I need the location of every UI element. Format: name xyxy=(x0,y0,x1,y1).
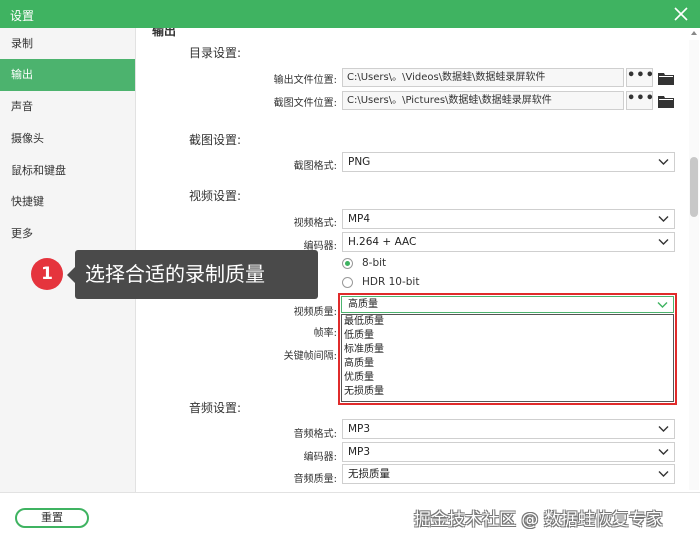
keyframe-label: 关键帧间隔: xyxy=(283,351,337,362)
video-quality-highlight: 高质量 最低质量 低质量 标准质量 高质量 优质量 无损质量 xyxy=(338,293,677,405)
close-icon[interactable] xyxy=(670,3,692,25)
video-quality-value: 高质量 xyxy=(348,299,378,310)
fps-label: 帧率: xyxy=(313,328,337,339)
output-path-label: 输出文件位置: xyxy=(273,75,337,86)
video-quality-dropdown-list: 最低质量 低质量 标准质量 高质量 优质量 无损质量 xyxy=(341,314,674,402)
video-settings-title: 视频设置: xyxy=(189,189,242,203)
radio-unchecked-icon xyxy=(342,276,353,288)
section-title: 输出 xyxy=(152,28,177,38)
audio-quality-value: 无损质量 xyxy=(348,468,390,480)
audio-format-value: MP3 xyxy=(348,423,371,435)
audio-quality-label: 音频质量: xyxy=(293,474,337,485)
video-format-select[interactable]: MP4 xyxy=(342,209,675,229)
title-bar: 设置 xyxy=(0,0,700,28)
screenshot-path-label: 截图文件位置: xyxy=(273,98,337,109)
sidebar-item-camera[interactable]: 摄像头 xyxy=(0,123,135,155)
chevron-down-icon xyxy=(658,449,669,455)
sidebar-item-output[interactable]: 输出 xyxy=(0,59,135,91)
footer: 重置 掘金技术社区 @ 数据蛙恢复专家 xyxy=(0,492,700,541)
quality-option-excellent[interactable]: 优质量 xyxy=(342,371,673,385)
watermark: 掘金技术社区 @ 数据蛙恢复专家 xyxy=(414,510,663,530)
quality-option-low[interactable]: 低质量 xyxy=(342,329,673,343)
screenshot-format-value: PNG xyxy=(348,156,371,168)
audio-settings-title: 音频设置: xyxy=(189,401,242,415)
quality-option-standard[interactable]: 标准质量 xyxy=(342,343,673,357)
quality-option-lowest[interactable]: 最低质量 xyxy=(342,315,673,329)
scroll-up-arrow-icon[interactable] xyxy=(690,28,698,38)
screenshot-format-select[interactable]: PNG xyxy=(342,152,675,172)
scrollbar[interactable] xyxy=(689,40,699,490)
video-quality-label: 视频质量: xyxy=(293,307,337,318)
screenshot-format-label: 截图格式: xyxy=(293,161,337,172)
scrollbar-thumb[interactable] xyxy=(690,157,698,217)
video-encoder-select[interactable]: H.264 + AAC xyxy=(342,232,675,252)
sidebar-item-more[interactable]: 更多 xyxy=(0,218,135,250)
sidebar-item-mouse-keyboard[interactable]: 鼠标和键盘 xyxy=(0,155,135,187)
video-format-value: MP4 xyxy=(348,213,371,225)
chevron-down-icon xyxy=(658,216,669,222)
video-format-label: 视频格式: xyxy=(293,218,337,229)
window-title: 设置 xyxy=(10,9,35,23)
chevron-down-icon xyxy=(658,471,669,477)
quality-option-lossless[interactable]: 无损质量 xyxy=(342,385,673,399)
chevron-down-icon xyxy=(657,302,668,308)
output-path-field[interactable]: C:\Users\。\Videos\数据蛙\数据蛙录屏软件 xyxy=(342,68,624,87)
reset-button[interactable]: 重置 xyxy=(15,508,89,528)
bit-depth-10-label: HDR 10-bit xyxy=(362,276,420,288)
audio-quality-select[interactable]: 无损质量 xyxy=(342,464,675,484)
radio-checked-icon xyxy=(342,257,353,269)
output-folder-icon[interactable] xyxy=(658,71,674,85)
bit-depth-10-option[interactable]: HDR 10-bit xyxy=(342,276,419,288)
chevron-down-icon xyxy=(658,159,669,165)
audio-encoder-label: 编码器: xyxy=(303,452,337,463)
screenshot-folder-icon[interactable] xyxy=(658,94,674,108)
audio-format-select[interactable]: MP3 xyxy=(342,419,675,439)
audio-encoder-select[interactable]: MP3 xyxy=(342,442,675,462)
output-browse-button[interactable]: ••• xyxy=(626,68,654,87)
quality-option-high[interactable]: 高质量 xyxy=(342,357,673,371)
screenshot-settings-title: 截图设置: xyxy=(189,133,242,147)
sidebar-item-hotkeys[interactable]: 快捷键 xyxy=(0,186,135,218)
tutorial-tooltip: 选择合适的录制质量 xyxy=(75,250,318,299)
chevron-down-icon xyxy=(658,239,669,245)
video-quality-select[interactable]: 高质量 xyxy=(341,296,674,313)
screenshot-browse-button[interactable]: ••• xyxy=(626,91,654,110)
bit-depth-8-label: 8-bit xyxy=(362,257,387,269)
chevron-down-icon xyxy=(658,426,669,432)
audio-format-label: 音频格式: xyxy=(293,429,337,440)
video-encoder-value: H.264 + AAC xyxy=(348,236,417,248)
screenshot-path-field[interactable]: C:\Users\。\Pictures\数据蛙\数据蛙录屏软件 xyxy=(342,91,624,110)
audio-encoder-value: MP3 xyxy=(348,446,371,458)
directory-settings-title: 目录设置: xyxy=(189,46,242,60)
sidebar-item-sound[interactable]: 声音 xyxy=(0,91,135,123)
step-number-badge: 1 xyxy=(31,258,63,290)
bit-depth-8-option[interactable]: 8-bit xyxy=(342,257,386,269)
sidebar-item-record[interactable]: 录制 xyxy=(0,28,135,60)
